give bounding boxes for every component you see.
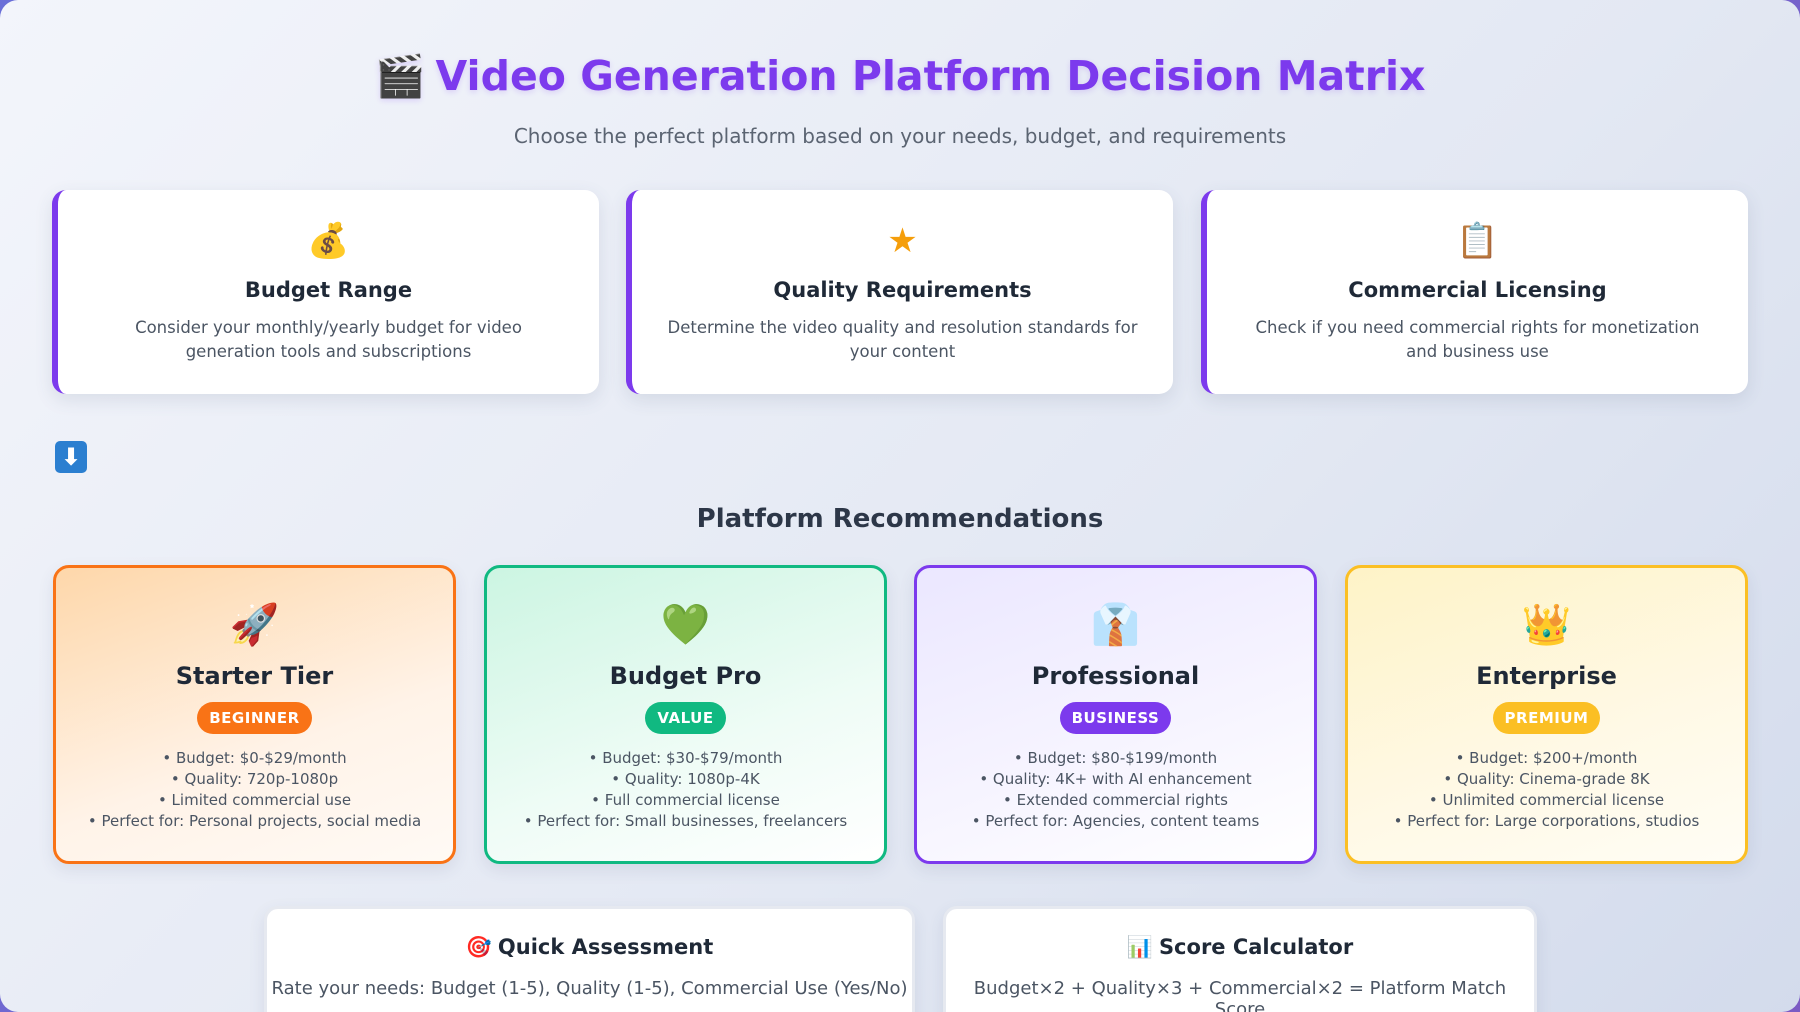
tier-name: Budget Pro (609, 662, 762, 690)
tier-name: Professional (1031, 662, 1200, 690)
quick-assessment-title: 🎯 Quick Assessment (267, 935, 912, 960)
bar-chart-icon: 📊 (1126, 935, 1153, 959)
tier-card-budget-pro[interactable]: 💚 Budget Pro VALUE • Budget: $30-$79/mon… (484, 565, 887, 864)
tier-feature: • Limited commercial use (157, 791, 352, 809)
tier-card-professional[interactable]: 👔 Professional BUSINESS • Budget: $80-$1… (914, 565, 1317, 864)
tier-feature: • Budget: $80-$199/month (1013, 749, 1218, 767)
quick-assessment-text: Rate your needs: Budget (1-5), Quality (… (271, 978, 908, 999)
clipboard-icon: 📋 (1456, 221, 1499, 261)
factor-description: Check if you need commercial rights for … (1255, 318, 1700, 361)
rocket-icon: 🚀 (229, 602, 280, 648)
tier-feature: • Unlimited commercial license (1428, 791, 1665, 809)
factor-description: Consider your monthly/yearly budget for … (135, 318, 522, 361)
factor-title: Budget Range (244, 278, 413, 302)
tier-badge: VALUE (645, 702, 726, 734)
tier-badge: PREMIUM (1492, 702, 1601, 734)
tier-feature: • Quality: 4K+ with AI enhancement (979, 770, 1252, 788)
tier-feature-list: • Budget: $200+/month • Quality: Cinema-… (1348, 748, 1745, 832)
factor-card-budget: 💰 Budget Range Consider your monthly/yea… (52, 190, 599, 394)
tier-badge: BUSINESS (1059, 702, 1172, 734)
clapperboard-icon: 🎬 (374, 52, 426, 100)
star-icon: ★ (887, 221, 918, 261)
tier-feature: • Quality: Cinema-grade 8K (1443, 770, 1650, 788)
tier-feature: • Perfect for: Large corporations, studi… (1393, 812, 1700, 830)
tier-feature: • Budget: $200+/month (1455, 749, 1638, 767)
factor-card-licensing: 📋 Commercial Licensing Check if you need… (1201, 190, 1748, 394)
factor-title: Quality Requirements (773, 278, 1032, 302)
tier-name: Starter Tier (175, 662, 334, 690)
tier-feature: • Full commercial license (591, 791, 780, 809)
page-title: 🎬 Video Generation Platform Decision Matr… (0, 52, 1800, 101)
tier-feature: • Perfect for: Personal projects, social… (87, 812, 422, 830)
page-subtitle: Choose the perfect platform based on you… (513, 124, 1287, 148)
money-bag-icon: 💰 (307, 221, 350, 261)
tier-card-enterprise[interactable]: 👑 Enterprise PREMIUM • Budget: $200+/mon… (1345, 565, 1748, 864)
page-title-text: Video Generation Platform Decision Matri… (435, 52, 1426, 100)
score-calculator-title-text: Score Calculator (1158, 935, 1354, 959)
score-calculator-title: 📊 Score Calculator (946, 935, 1534, 960)
tier-card-starter[interactable]: 🚀 Starter Tier BEGINNER • Budget: $0-$29… (53, 565, 456, 864)
score-calculator-text: Budget×2 + Quality×3 + Commercial×2 = Pl… (973, 978, 1507, 1012)
crown-icon: 👑 (1521, 602, 1572, 648)
factor-title: Commercial Licensing (1348, 278, 1607, 302)
score-calculator-card: 📊 Score Calculator Budget×2 + Quality×3 +… (943, 906, 1537, 1012)
section-title-recommendations: Platform Recommendations (696, 504, 1104, 534)
tier-feature-list: • Budget: $80-$199/month • Quality: 4K+ … (917, 748, 1314, 832)
factor-card-quality: ★ Quality Requirements Determine the vid… (626, 190, 1173, 394)
green-heart-icon: 💚 (660, 602, 711, 648)
tier-feature: • Perfect for: Small businesses, freelan… (523, 812, 848, 830)
target-icon: 🎯 (465, 935, 492, 959)
decision-matrix-page: 🎬 Video Generation Platform Decision Matr… (0, 0, 1800, 1012)
tier-feature: • Quality: 720p-1080p (170, 770, 339, 788)
quick-assessment-card: 🎯 Quick Assessment Rate your needs: Budge… (264, 906, 915, 1012)
tier-name: Enterprise (1476, 662, 1617, 690)
shirt-tie-icon: 👔 (1090, 602, 1141, 648)
tier-feature-list: • Budget: $0-$29/month • Quality: 720p-1… (56, 748, 453, 832)
tier-feature: • Extended commercial rights (1003, 791, 1228, 809)
factor-description: Determine the video quality and resoluti… (667, 318, 1138, 361)
quick-assessment-title-text: Quick Assessment (497, 935, 714, 959)
decision-factors: 💰 Budget Range Consider your monthly/yea… (52, 190, 1748, 394)
tier-badge: BEGINNER (197, 702, 312, 734)
tier-feature: • Budget: $30-$79/month (588, 749, 783, 767)
tier-feature-list: • Budget: $30-$79/month • Quality: 1080p… (487, 748, 884, 832)
tier-feature: • Perfect for: Agencies, content teams (971, 812, 1260, 830)
down-arrow-icon: ⬇ (55, 441, 87, 473)
tier-feature: • Quality: 1080p-4K (611, 770, 760, 788)
tier-feature: • Budget: $0-$29/month (162, 749, 347, 767)
